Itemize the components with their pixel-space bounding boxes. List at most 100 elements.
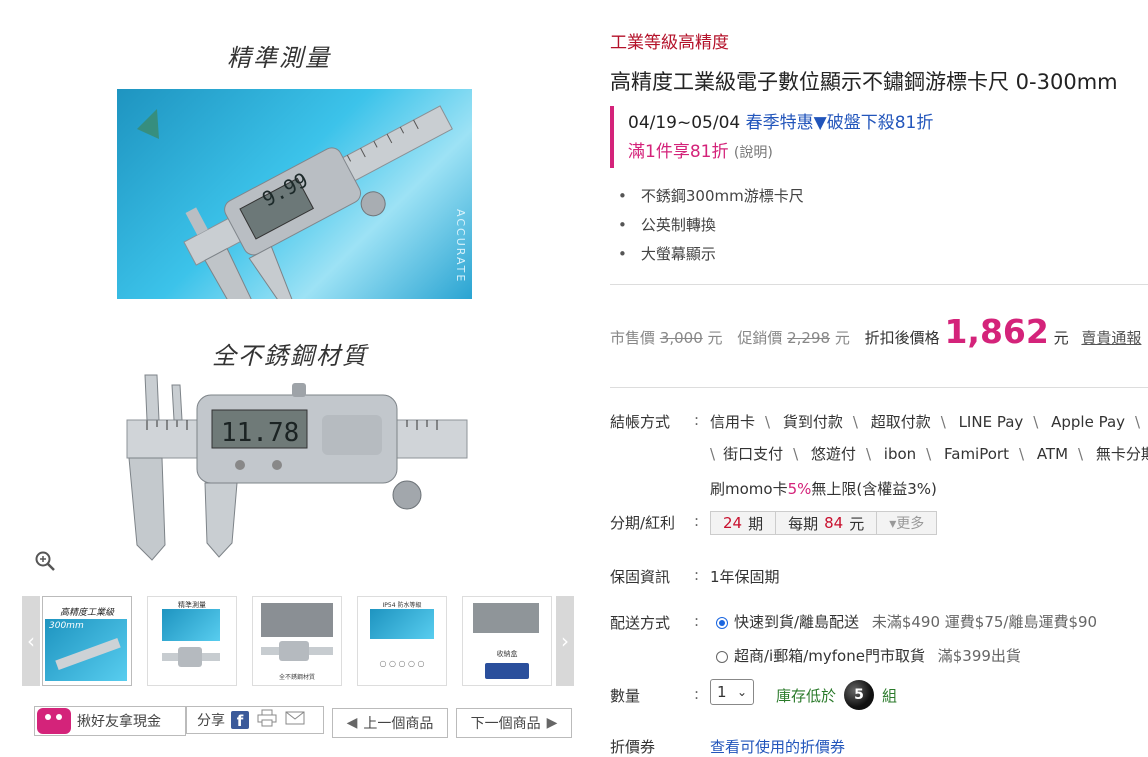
chevron-down-icon: ⌄ <box>736 685 747 699</box>
chevron-left-icon: ‹ <box>27 629 35 653</box>
per-unit: 元 <box>849 514 865 533</box>
periods-unit: 期 <box>748 514 764 533</box>
colon: : <box>694 612 700 630</box>
triangle-left-icon: ◀ <box>346 715 358 731</box>
feature-item: 公英制轉換 <box>618 211 804 240</box>
payment-method: 街口支付 <box>723 445 784 463</box>
colon: : <box>694 411 700 429</box>
installment-box[interactable]: 24 期 每期 84 元 ▾更多 <box>710 511 938 535</box>
promo-block: 04/19~05/04 春季特惠▼破盤下殺81折 滿1件享81折 (說明) <box>610 106 933 168</box>
share-label: 分享 <box>197 713 225 729</box>
payment-method: ATM <box>1036 445 1069 463</box>
card-note-prefix: 刷momo卡 <box>710 480 788 498</box>
payment-method: ibon <box>883 445 917 463</box>
caliper-photo-steel: 11.78 <box>117 365 477 570</box>
warranty-value: 1年保固期 <box>710 568 780 586</box>
refer-friend-button[interactable]: 揪好友拿現金 <box>34 706 186 736</box>
thumb-label: 收納盒 <box>496 650 518 658</box>
installment-per-period: 每期 84 元 <box>776 512 878 534</box>
print-icon[interactable] <box>257 709 277 731</box>
payment-method: FamiPort <box>944 445 1009 463</box>
share-group: 分享 f <box>186 706 324 734</box>
final-price-label: 折扣後價格 <box>864 329 940 347</box>
thumbnail-5[interactable]: 收納盒 <box>462 596 552 686</box>
checkout-label: 結帳方式 <box>610 413 671 431</box>
radio-empty-icon[interactable] <box>716 650 728 663</box>
promo-rule: 滿1件享81折 <box>628 142 729 162</box>
currency-label: 元 <box>1053 329 1069 347</box>
thumbnail-2[interactable]: 精準測量 <box>147 596 237 686</box>
quantity-label: 數量 <box>610 687 641 705</box>
periods-value: 24 <box>723 514 743 532</box>
chevron-right-icon: › <box>561 629 569 653</box>
stock-notice: 庫存低於 5 組 <box>776 680 897 710</box>
email-icon[interactable] <box>285 710 305 730</box>
delivery-option-note: 滿$399出貨 <box>937 647 1021 665</box>
currency-label: 元 <box>834 329 850 347</box>
quantity-value: 1 <box>717 683 727 701</box>
payment-method: 悠遊付 <box>810 445 856 463</box>
next-product-button[interactable]: 下一個商品 ▶ <box>456 708 572 738</box>
divider <box>610 387 1148 388</box>
currency-label: 元 <box>707 329 723 347</box>
stock-suffix: 組 <box>882 686 898 705</box>
delivery-option-label: 超商/i郵箱/myfone門市取貨 <box>734 647 925 665</box>
per-label: 每期 <box>788 514 819 533</box>
report-price-link[interactable]: 賣貴通報 <box>1081 329 1141 347</box>
promo-dates: 04/19~05/04 <box>628 113 741 133</box>
thumb-next-button[interactable]: › <box>556 596 574 686</box>
card-note-rate: 5% <box>787 480 812 498</box>
final-price-value: 1,862 <box>944 312 1049 351</box>
product-category[interactable]: 工業等級高精度 <box>610 28 729 53</box>
thumbnail-4[interactable]: IP54 防水等級 ○ ○ ○ ○ ○ <box>357 596 447 686</box>
delivery-label: 配送方式 <box>610 614 671 632</box>
thumb-label: 全不銹鋼材質 <box>278 674 315 681</box>
image-caption-top: 精準測量 <box>227 44 331 72</box>
per-value: 84 <box>824 514 844 532</box>
main-product-image[interactable]: 精準測量 ACCURATE 9.99 全不銹鋼材質 11.78 <box>22 20 575 580</box>
thumb-picture: 300mm <box>45 619 127 681</box>
photo-side-text: ACCURATE <box>454 209 467 283</box>
prev-product-button[interactable]: ◀ 上一個商品 <box>332 708 448 738</box>
bomb-number-icon: 5 <box>844 680 875 710</box>
momo-card-note: 刷momo卡5%無上限(含權益3%) <box>710 478 937 499</box>
caliper-photo-blue: ACCURATE 9.99 <box>117 89 472 299</box>
prev-product-label: 上一個商品 <box>363 716 434 732</box>
promo-price-value: 2,298 <box>787 329 831 347</box>
payment-method: Apple Pay <box>1051 413 1126 431</box>
promo-price-label: 促銷價 <box>737 329 783 347</box>
quantity-select[interactable]: 1 ⌄ <box>710 679 754 705</box>
card-note-suffix: 無上限(含權益3%) <box>811 480 937 498</box>
colon: : <box>694 685 700 703</box>
radio-selected-icon[interactable] <box>716 616 728 629</box>
delivery-option-1[interactable]: 快速到貨/離島配送 未滿$490 運費$75/離島運費$90 <box>716 611 1097 632</box>
installment-periods: 24 期 <box>711 512 777 534</box>
thumb-prev-button[interactable]: ‹ <box>22 596 40 686</box>
delivery-option-2[interactable]: 超商/i郵箱/myfone門市取貨 滿$399出貨 <box>716 645 1021 666</box>
divider <box>610 284 1148 285</box>
payment-methods-row1: 信用卡 \ 貨到付款 \ 超取付款 \ LINE Pay \ Apple Pay \ <box>710 413 1141 431</box>
warranty-label: 保固資訊 <box>610 568 671 586</box>
promo-explain-link[interactable]: (說明) <box>734 145 773 161</box>
market-price-value: 3,000 <box>659 329 703 347</box>
mascot-icon <box>37 708 71 734</box>
market-price-label: 市售價 <box>610 329 656 347</box>
payment-method: 貨到付款 <box>782 413 843 431</box>
thumbnail-1[interactable]: 高精度工業級 300mm <box>42 596 132 686</box>
coupon-link[interactable]: 查看可使用的折價券 <box>710 736 845 757</box>
facebook-icon[interactable]: f <box>231 711 249 730</box>
feature-list: 不銹鋼300mm游標卡尺 公英制轉換 大螢幕顯示 <box>618 182 804 269</box>
installment-label: 分期/紅利 <box>610 514 676 532</box>
product-title: 高精度工業級電子數位顯示不鏽鋼游標卡尺 0-300mm <box>610 70 1118 94</box>
payment-method: 超取付款 <box>870 413 931 431</box>
payment-methods-row2: \街口支付\ 悠遊付\ ibon\ FamiPort\ ATM\ 無卡分期 <box>710 443 1148 464</box>
installment-more-button[interactable]: ▾更多 <box>877 512 936 534</box>
zoom-in-icon[interactable] <box>34 550 58 574</box>
colon: : <box>694 566 700 584</box>
triangle-right-icon: ▶ <box>546 715 558 731</box>
thumbnail-3[interactable]: 全不銹鋼材質 <box>252 596 342 686</box>
thumbnail-strip: ‹ 高精度工業級 300mm 精準測量 全不銹鋼材質 IP54 防水等級 ○ ○… <box>22 596 574 686</box>
promo-name-link[interactable]: 春季特惠▼破盤下殺81折 <box>746 113 934 133</box>
feature-item: 大螢幕顯示 <box>618 240 804 269</box>
colon: : <box>694 512 700 530</box>
